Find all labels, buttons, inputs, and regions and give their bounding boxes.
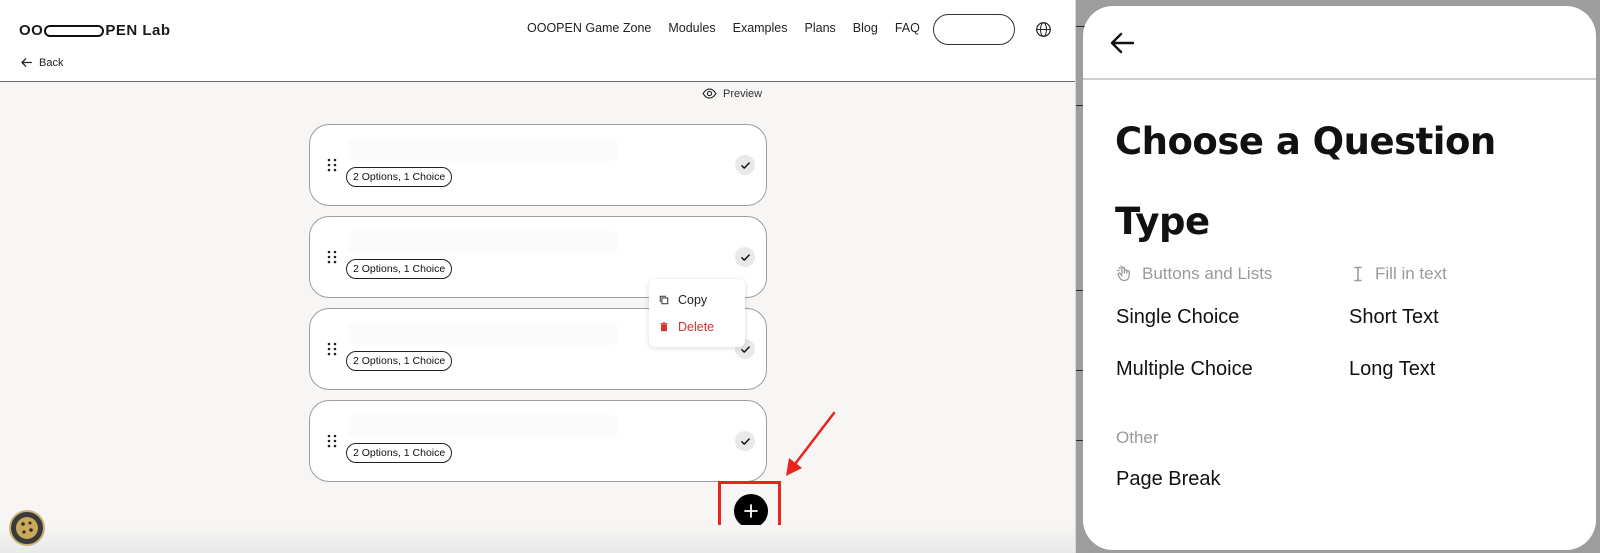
- main-nav: OOOPEN Game Zone Modules Examples Plans …: [527, 21, 937, 35]
- trash-icon: [660, 322, 668, 332]
- category-other: Other: [1116, 428, 1159, 448]
- hand-pointer-icon: [1116, 265, 1130, 282]
- logo-suffix: PEN Lab: [105, 22, 171, 39]
- logo-prefix: OO: [19, 22, 44, 39]
- question-type-page-break[interactable]: Page Break: [1116, 468, 1221, 491]
- question-type-long-text[interactable]: Long Text: [1349, 358, 1435, 381]
- delete-menu-item[interactable]: Delete: [659, 320, 714, 334]
- question-title-placeholder: [348, 415, 618, 437]
- question-type-short-text[interactable]: Short Text: [1349, 306, 1439, 329]
- nav-item-game-zone[interactable]: OOOPEN Game Zone: [527, 21, 651, 35]
- question-type-panel: Choose a Question Type Buttons and Lists…: [1083, 6, 1596, 550]
- delete-label: Delete: [678, 320, 715, 334]
- panel-title: Choose a Question Type: [1115, 120, 1496, 243]
- drag-handle-icon[interactable]: [327, 158, 337, 172]
- question-card[interactable]: 2 Options, 1 Choice: [309, 400, 767, 482]
- cookie-icon: [16, 517, 38, 539]
- add-question-button[interactable]: [734, 494, 768, 528]
- logo-pill-shape: [44, 24, 105, 37]
- arrow-left-icon: [21, 58, 33, 67]
- question-done-toggle[interactable]: [735, 431, 755, 451]
- question-type-badge: 2 Options, 1 Choice: [346, 167, 453, 187]
- cookie-settings-button[interactable]: [9, 510, 45, 546]
- question-type-badge: 2 Options, 1 Choice: [346, 443, 453, 463]
- panel-divider: [1083, 78, 1596, 80]
- nav-item-plans[interactable]: Plans: [805, 21, 836, 35]
- checkmark-icon: [740, 437, 750, 445]
- back-label: Back: [39, 56, 64, 69]
- eye-icon: [702, 88, 717, 99]
- copy-label: Copy: [678, 293, 708, 307]
- text-cursor-icon: [1354, 266, 1362, 282]
- question-type-badge: 2 Options, 1 Choice: [346, 259, 453, 279]
- drag-handle-icon[interactable]: [327, 434, 337, 448]
- question-card[interactable]: 2 Options, 1 Choice: [309, 124, 767, 206]
- nav-item-blog[interactable]: Blog: [853, 21, 878, 35]
- drag-handle-icon[interactable]: [327, 250, 337, 264]
- category-buttons-lists-label: Buttons and Lists: [1142, 264, 1273, 283]
- plus-icon: [744, 504, 758, 518]
- question-done-toggle[interactable]: [735, 155, 755, 175]
- question-type-multiple-choice[interactable]: Multiple Choice: [1116, 358, 1253, 381]
- bottom-fade: [0, 525, 1075, 553]
- checkmark-icon: [740, 253, 750, 261]
- nav-item-faq[interactable]: FAQ: [895, 21, 920, 35]
- copy-icon: [659, 295, 669, 305]
- question-context-menu: Copy Delete: [649, 279, 745, 347]
- category-fill-in-text-label: Fill in text: [1375, 264, 1447, 283]
- survey-editor-app: OO PEN Lab Back OOOPEN Game Zone Modules…: [0, 0, 1076, 553]
- question-title-placeholder: [348, 139, 618, 161]
- globe-icon[interactable]: [1035, 21, 1052, 38]
- preview-label: Preview: [723, 87, 763, 100]
- annotation-arrow: [786, 411, 836, 476]
- copy-menu-item[interactable]: Copy: [659, 293, 707, 307]
- nav-item-modules[interactable]: Modules: [668, 21, 715, 35]
- account-button[interactable]: [933, 14, 1015, 45]
- category-other-label: Other: [1116, 428, 1159, 447]
- category-fill-in-text: Fill in text: [1349, 264, 1447, 284]
- nav-item-examples[interactable]: Examples: [733, 21, 788, 35]
- back-link[interactable]: Back: [20, 56, 63, 69]
- logo[interactable]: OO PEN Lab: [19, 22, 171, 39]
- arrow-left-icon[interactable]: [1109, 31, 1135, 55]
- question-title-placeholder: [348, 231, 618, 253]
- question-type-badge: 2 Options, 1 Choice: [346, 351, 453, 371]
- question-done-toggle[interactable]: [735, 247, 755, 267]
- checkmark-icon: [740, 161, 750, 169]
- category-buttons-lists: Buttons and Lists: [1116, 264, 1272, 284]
- question-type-single-choice[interactable]: Single Choice: [1116, 306, 1239, 329]
- preview-button[interactable]: Preview: [702, 86, 762, 101]
- top-header: OO PEN Lab Back OOOPEN Game Zone Modules…: [0, 0, 1075, 82]
- question-title-placeholder: [348, 323, 618, 345]
- drag-handle-icon[interactable]: [327, 342, 337, 356]
